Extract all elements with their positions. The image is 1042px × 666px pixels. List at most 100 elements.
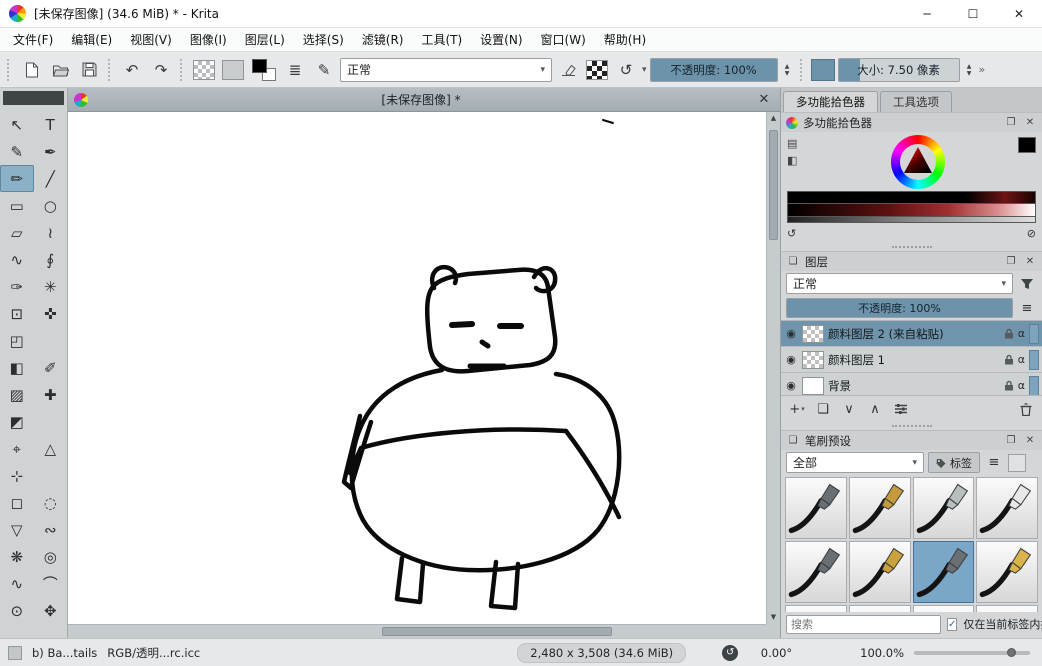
opacity-slider[interactable]: 不透明度: 100% [650,58,778,82]
color-history-icon[interactable]: ↺ [787,227,796,240]
tool-button-polygonal-selection[interactable]: ▽ [0,516,34,543]
shade-strip-2[interactable] [787,204,1036,217]
tool-button-multibrush[interactable]: ✳ [34,273,68,300]
tool-button-dynamic-brush[interactable]: ✑ [0,273,34,300]
eraser-mode-icon[interactable] [555,57,581,83]
vertical-scroll-thumb[interactable] [769,130,778,240]
close-docker-icon[interactable]: ✕ [1023,435,1037,446]
color-triangle[interactable] [904,147,932,173]
tool-button-rectangle[interactable]: ▭ [0,192,34,219]
layer-alpha-icon[interactable]: α [1018,353,1025,366]
zoom-slider[interactable] [914,651,1030,655]
tool-button-gradient[interactable]: ◧ [0,354,34,381]
layer-row[interactable]: ◉ 颜料图层 1 α [781,347,1042,373]
float-docker-icon[interactable]: ❐ [1004,256,1018,267]
canvas-rotation-icon[interactable]: ↺ [722,645,738,661]
menu-item[interactable]: 图像(I) [181,28,236,51]
tool-button-zoom[interactable]: ⊙ [0,597,34,624]
brush-preset-thumbnail-brush-preset-3[interactable] [913,477,975,539]
size-slider-block[interactable] [811,59,835,81]
tool-button-reference-images[interactable]: ⊹ [0,462,34,489]
save-icon[interactable] [76,57,102,83]
menu-item[interactable]: 视图(V) [121,28,181,51]
tool-button-transform[interactable]: ⊡ [0,300,34,327]
undo-icon[interactable]: ↶ [119,57,145,83]
tool-button-select-shapes[interactable]: ↖ [0,111,34,138]
tool-button-measure[interactable]: △ [34,435,68,462]
brush-display-menu-icon[interactable]: ≡ [984,453,1004,473]
tool-button-polygon[interactable]: ▱ [0,219,34,246]
tool-button-assistants[interactable]: ⌖ [0,435,34,462]
layer-filter-icon[interactable] [1017,274,1037,294]
layer-color-badge[interactable] [1029,376,1039,396]
layer-opacity-slider[interactable]: 不透明度: 100% [786,298,1013,318]
tool-button-move[interactable]: ✜ [34,300,68,327]
size-spinner[interactable]: ▲▼ [963,64,976,76]
layer-lock-icon[interactable] [1004,354,1014,365]
scroll-down-icon[interactable]: ▼ [767,611,780,624]
tool-button-freehand-selection[interactable]: ∾ [34,516,68,543]
search-in-tag-checkbox[interactable]: ✓ [947,618,957,631]
brush-preset-thumbnail-brush-preset-2[interactable] [849,477,911,539]
layer-visibility-icon[interactable]: ◉ [784,327,798,340]
edit-brush-settings-icon[interactable]: ✎ [311,57,337,83]
vertical-scrollbar[interactable]: ▲ ▼ [766,112,780,624]
tool-button-edit-shapes[interactable]: ✎ [0,138,34,165]
close-docker-icon[interactable]: ✕ [1023,256,1037,267]
tool-button-freehand-brush[interactable]: ✏ [0,165,34,192]
tool-button-rectangular-selection[interactable]: ◻ [0,489,34,516]
tag-button[interactable]: 标签 [928,452,980,473]
layer-color-badge[interactable] [1029,350,1039,370]
move-layer-down-button[interactable]: ∨ [837,398,861,420]
new-document-icon[interactable] [18,57,44,83]
maximize-button[interactable]: ☐ [950,0,996,27]
menu-item[interactable]: 滤镜(R) [353,28,413,51]
layer-alpha-icon[interactable]: α [1018,379,1025,392]
float-docker-icon[interactable]: ❐ [1004,435,1018,446]
float-docker-icon[interactable]: ❐ [1004,117,1018,128]
layer-row[interactable]: ◉ 颜料图层 2 (来自粘贴) α [781,321,1042,347]
opacity-spinner[interactable]: ▲▼ [781,64,794,76]
menu-item[interactable]: 文件(F) [4,28,62,51]
blending-mode-dropdown[interactable]: 正常 ▾ [340,58,552,82]
tool-button-color-sampler[interactable]: ✐ [34,354,68,381]
scroll-up-icon[interactable]: ▲ [767,112,780,125]
gamut-block-icon[interactable]: ⊘ [1027,227,1036,240]
tool-button-line[interactable]: ╱ [34,165,68,192]
layer-alpha-icon[interactable]: α [1018,327,1025,340]
brush-preset-thumbnail-brush-preset-7[interactable] [913,541,975,603]
foreground-background-colors[interactable] [251,58,277,82]
menu-item[interactable]: 编辑(E) [62,28,121,51]
brush-preset-thumbnail-brush-preset-12[interactable] [976,605,1038,612]
tab-advanced-color-selector[interactable]: 多功能拾色器 [783,91,878,112]
redo-icon[interactable]: ↷ [148,57,174,83]
tool-button-text[interactable]: T [34,111,68,138]
tab-tool-options[interactable]: 工具选项 [880,91,952,112]
close-button[interactable]: ✕ [996,0,1042,27]
brush-preset-thumbnail-brush-preset-10[interactable] [849,605,911,612]
horizontal-scroll-thumb[interactable] [382,627,612,636]
layer-color-badge[interactable] [1029,324,1039,344]
add-layer-button[interactable]: +▾ [785,398,809,420]
open-document-icon[interactable] [47,57,73,83]
tool-button-calligraphy[interactable]: ✒ [34,138,68,165]
layer-row[interactable]: ◉ 背景 α [781,373,1042,396]
tool-button-similar-color-selection[interactable]: ❋ [0,543,34,570]
close-docker-icon[interactable]: ✕ [1023,117,1037,128]
brush-search-input[interactable] [786,615,941,634]
color-rows-icon[interactable]: ▤ [787,137,797,150]
brush-option-lines-icon[interactable]: ≣ [282,57,308,83]
horizontal-scrollbar[interactable] [68,624,766,638]
layer-visibility-icon[interactable]: ◉ [784,353,798,366]
layer-visibility-icon[interactable]: ◉ [784,379,798,392]
gradient-chooser[interactable] [191,57,217,83]
reload-preset-icon[interactable]: ↺ [613,57,639,83]
layers-docker-header[interactable]: ❏ 图层 ❐ ✕ [781,251,1042,271]
tool-button-bezier-selection[interactable]: ∿ [0,570,34,597]
color-wheel[interactable] [891,135,945,189]
duplicate-layer-button[interactable]: ❏ [811,398,835,420]
preserve-alpha-icon[interactable] [584,57,610,83]
toolbar-overflow-icon[interactable]: » [979,63,986,76]
brush-preset-thumbnail-brush-preset-4[interactable] [976,477,1038,539]
tool-button-pan[interactable]: ✥ [34,597,68,624]
